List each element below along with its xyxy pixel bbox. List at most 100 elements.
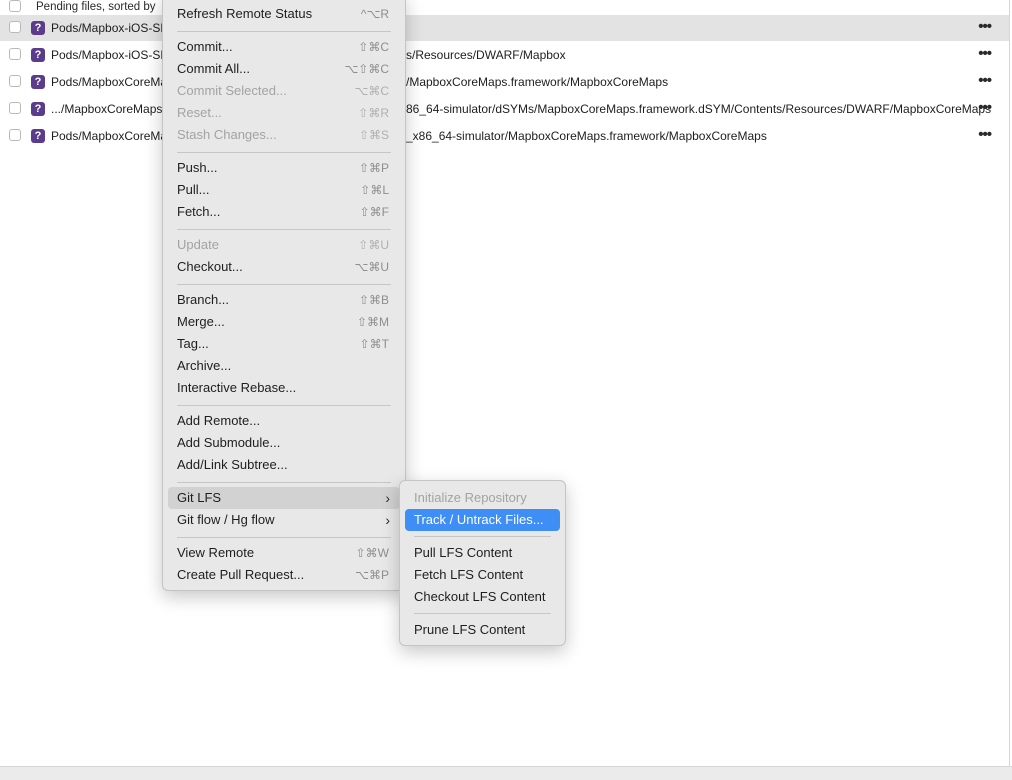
menu-separator (414, 613, 551, 614)
menu-item-add-submodule[interactable]: Add Submodule... (168, 432, 400, 454)
file-checkbox[interactable] (9, 21, 21, 33)
menu-separator (177, 405, 391, 406)
more-options-icon[interactable]: ••• (978, 69, 992, 93)
menu-item-label: Commit Selected... (177, 83, 287, 98)
file-checkbox[interactable] (9, 102, 21, 114)
menu-item-shortcut: ⇧⌘R (358, 106, 389, 120)
file-path-tail: _x86_64-simulator/MapboxCoreMaps.framewo… (406, 129, 767, 143)
menu-item-label: Add/Link Subtree... (177, 457, 288, 472)
menu-separator (177, 284, 391, 285)
menu-item-label: Tag... (177, 336, 209, 351)
menu-item-shortcut: ⇧⌘W (355, 546, 389, 560)
bottom-bar (0, 766, 1012, 780)
menu-item-label: Prune LFS Content (414, 622, 526, 637)
file-row[interactable]: ? Pods/Mapbox-iOS-SD ••• (0, 15, 1009, 41)
menu-item-label: Stash Changes... (177, 127, 277, 142)
menu-item-pull[interactable]: Pull... ⇧⌘L (168, 179, 400, 201)
menu-item-merge[interactable]: Merge... ⇧⌘M (168, 311, 400, 333)
menu-item-track-untrack-files[interactable]: Track / Untrack Files... (405, 509, 560, 531)
pane-divider (1009, 0, 1010, 766)
more-options-icon[interactable]: ••• (978, 42, 992, 66)
menu-item-label: Git LFS (177, 490, 222, 505)
menu-item-initialize-repository: Initialize Repository (405, 487, 560, 509)
menu-item-stash-changes: Stash Changes... ⇧⌘S (168, 124, 400, 146)
menu-item-label: Checkout... (177, 259, 243, 274)
menu-item-interactive-rebase[interactable]: Interactive Rebase... (168, 377, 400, 399)
git-lfs-submenu: Initialize Repository Track / Untrack Fi… (399, 480, 566, 646)
menu-item-view-remote[interactable]: View Remote ⇧⌘W (168, 542, 400, 564)
menu-item-add-link-subtree[interactable]: Add/Link Subtree... (168, 454, 400, 476)
menu-item-update: Update ⇧⌘U (168, 234, 400, 256)
file-row[interactable]: ? Pods/MapboxCoreMa /MapboxCoreMaps.fram… (0, 69, 1009, 95)
menu-item-shortcut: ⇧⌘P (358, 161, 389, 175)
menu-item-label: Commit All... (177, 61, 250, 76)
file-path-tail: 86_64-simulator/dSYMs/MapboxCoreMaps.fra… (406, 102, 992, 116)
menu-item-git-flow[interactable]: Git flow / Hg flow › (168, 509, 400, 531)
more-options-icon[interactable]: ••• (978, 96, 992, 120)
menu-item-shortcut: ⌥⌘U (354, 260, 390, 274)
menu-item-add-remote[interactable]: Add Remote... (168, 410, 400, 432)
menu-item-label: Merge... (177, 314, 225, 329)
menu-item-label: Pull... (177, 182, 210, 197)
file-row[interactable]: ? .../MapboxCoreMaps/ 86_64-simulator/dS… (0, 96, 1009, 122)
file-path: Pods/Mapbox-iOS-SD (51, 21, 170, 35)
untracked-status-icon: ? (31, 21, 45, 35)
untracked-status-icon: ? (31, 48, 45, 62)
repository-menu: Refresh Remote Status ^⌥R Commit... ⇧⌘C … (162, 0, 406, 591)
menu-item-checkout-lfs-content[interactable]: Checkout LFS Content (405, 586, 560, 608)
menu-item-shortcut: ⇧⌘S (358, 128, 389, 142)
menu-item-label: Initialize Repository (414, 490, 527, 505)
menu-item-fetch-lfs-content[interactable]: Fetch LFS Content (405, 564, 560, 586)
chevron-right-icon: › (385, 512, 390, 528)
menu-item-commit[interactable]: Commit... ⇧⌘C (168, 36, 400, 58)
untracked-status-icon: ? (31, 75, 45, 89)
menu-item-commit-all[interactable]: Commit All... ⌥⇧⌘C (168, 58, 400, 80)
menu-separator (177, 537, 391, 538)
file-checkbox[interactable] (9, 48, 21, 60)
menu-item-shortcut: ⇧⌘L (360, 183, 389, 197)
menu-item-push[interactable]: Push... ⇧⌘P (168, 157, 400, 179)
menu-item-pull-lfs-content[interactable]: Pull LFS Content (405, 542, 560, 564)
menu-item-checkout[interactable]: Checkout... ⌥⌘U (168, 256, 400, 278)
menu-separator (177, 31, 391, 32)
menu-item-label: Commit... (177, 39, 233, 54)
menu-item-shortcut: ⇧⌘U (358, 238, 389, 252)
menu-item-refresh-remote-status[interactable]: Refresh Remote Status ^⌥R (168, 3, 400, 25)
file-path-tail: s/Resources/DWARF/Mapbox (406, 48, 566, 62)
more-options-icon[interactable]: ••• (978, 123, 992, 147)
menu-separator (414, 536, 551, 537)
file-checkbox[interactable] (9, 75, 21, 87)
file-checkbox[interactable] (9, 129, 21, 141)
menu-item-label: Create Pull Request... (177, 567, 305, 582)
file-row[interactable]: ? Pods/Mapbox-iOS-SD s/Resources/DWARF/M… (0, 42, 1009, 68)
menu-item-shortcut: ⇧⌘C (358, 40, 389, 54)
select-all-checkbox[interactable] (9, 0, 21, 12)
menu-item-label: Fetch... (177, 204, 221, 219)
menu-item-tag[interactable]: Tag... ⇧⌘T (168, 333, 400, 355)
chevron-right-icon: › (385, 490, 390, 506)
file-path-tail: /MapboxCoreMaps.framework/MapboxCoreMaps (406, 75, 669, 89)
file-row[interactable]: ? Pods/MapboxCoreMa _x86_64-simulator/Ma… (0, 123, 1009, 149)
menu-separator (177, 152, 391, 153)
menu-separator (177, 482, 391, 483)
menu-item-shortcut: ⇧⌘B (358, 293, 389, 307)
untracked-status-icon: ? (31, 129, 45, 143)
menu-item-label: View Remote (177, 545, 255, 560)
menu-item-label: Fetch LFS Content (414, 567, 524, 582)
menu-item-archive[interactable]: Archive... (168, 355, 400, 377)
menu-item-shortcut: ⇧⌘M (356, 315, 389, 329)
file-path: Pods/MapboxCoreMa (51, 75, 168, 89)
more-options-icon[interactable]: ••• (978, 15, 992, 39)
menu-item-shortcut: ⇧⌘T (359, 337, 389, 351)
menu-item-git-lfs[interactable]: Git LFS › (168, 487, 400, 509)
menu-item-label: Push... (177, 160, 218, 175)
menu-item-label: Update (177, 237, 219, 252)
menu-item-create-pull-request[interactable]: Create Pull Request... ⌥⌘P (168, 564, 400, 586)
menu-item-label: Archive... (177, 358, 232, 373)
menu-item-shortcut: ⌥⇧⌘C (344, 62, 389, 76)
file-list: Pending files, sorted by ? Pods/Mapbox-i… (0, 0, 1009, 766)
menu-item-label: Reset... (177, 105, 222, 120)
menu-item-fetch[interactable]: Fetch... ⇧⌘F (168, 201, 400, 223)
menu-item-prune-lfs-content[interactable]: Prune LFS Content (405, 619, 560, 641)
menu-item-branch[interactable]: Branch... ⇧⌘B (168, 289, 400, 311)
